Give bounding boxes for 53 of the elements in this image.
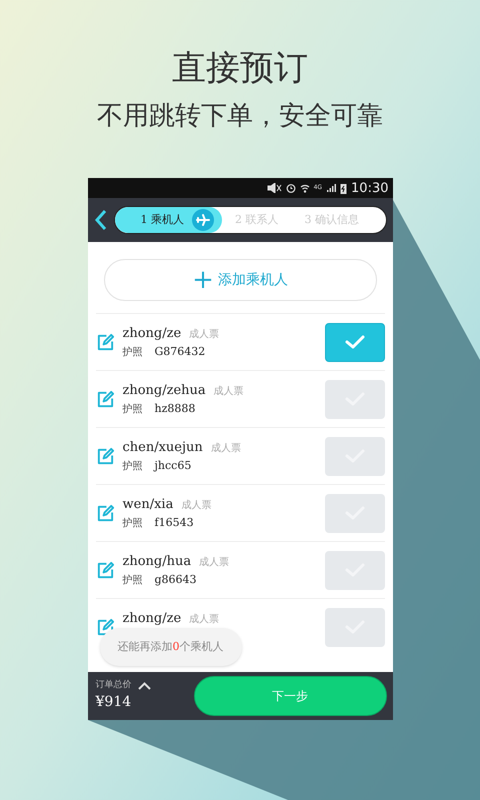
subheadline: 不用跳转下单，安全可靠 <box>97 100 383 132</box>
id-type: 护照 <box>122 460 142 474</box>
edit-icon[interactable] <box>96 504 114 522</box>
total-price: ¥914 <box>96 693 132 712</box>
edit-icon[interactable] <box>96 560 114 580</box>
passenger-name: zhong/ze <box>122 325 182 344</box>
ticket-type: 成人票 <box>199 556 230 570</box>
id-number: jhcc65 <box>154 458 192 474</box>
back-icon[interactable] <box>94 209 108 231</box>
next-step-button[interactable]: 下一步 <box>194 676 386 716</box>
select-checkbox[interactable] <box>324 436 384 476</box>
battery-icon <box>340 182 348 194</box>
ticket-type: 成人票 <box>210 442 241 456</box>
headline: 直接预订 <box>172 48 308 88</box>
passenger-name: zhong/hua <box>122 553 192 572</box>
plus-icon: + <box>192 267 214 293</box>
total-label: 订单总价 <box>96 678 132 692</box>
id-type: 护照 <box>122 402 142 417</box>
ticket-type: 成人票 <box>189 328 220 342</box>
id-type: 护照 <box>122 346 142 360</box>
step-tab[interactable]: 1 乘机人 <box>114 207 222 233</box>
alarm-icon <box>286 183 296 193</box>
plane-icon <box>192 209 214 231</box>
add-passenger-label: 添加乘机人 <box>218 270 288 290</box>
edit-icon[interactable] <box>96 446 114 466</box>
edit-icon[interactable] <box>96 332 114 352</box>
id-number: f16543 <box>154 514 194 531</box>
chevron-up-icon[interactable] <box>138 682 150 690</box>
id-number: hz8888 <box>154 400 196 417</box>
id-number: g86643 <box>154 572 197 588</box>
signal-icon <box>326 183 336 193</box>
id-type: 护照 <box>122 516 142 531</box>
wifi-icon <box>300 183 310 193</box>
select-checkbox[interactable] <box>324 550 384 590</box>
passenger-name: zhong/zehua <box>122 382 206 400</box>
status-time: 10:30 <box>351 182 388 194</box>
ticket-type: 成人票 <box>214 384 244 400</box>
tooltip-text: 还能再添加0个乘机人 <box>118 638 224 655</box>
select-checkbox[interactable] <box>324 608 384 646</box>
select-checkbox[interactable] <box>324 322 384 362</box>
ticket-type: 成人票 <box>189 612 220 628</box>
ticket-type: 成人票 <box>181 498 212 514</box>
id-type: 护照 <box>122 574 142 588</box>
id-number: G876432 <box>154 344 206 360</box>
passenger-name: zhong/ze <box>122 610 182 628</box>
passenger-name: chen/xuejun <box>122 439 203 458</box>
edit-icon[interactable] <box>96 390 114 408</box>
edit-icon[interactable] <box>96 618 114 636</box>
select-checkbox[interactable] <box>324 494 384 532</box>
check-icon <box>344 335 364 349</box>
passenger-name: wen/xia <box>122 496 174 514</box>
mute-icon <box>266 183 282 193</box>
select-checkbox[interactable] <box>324 380 384 418</box>
